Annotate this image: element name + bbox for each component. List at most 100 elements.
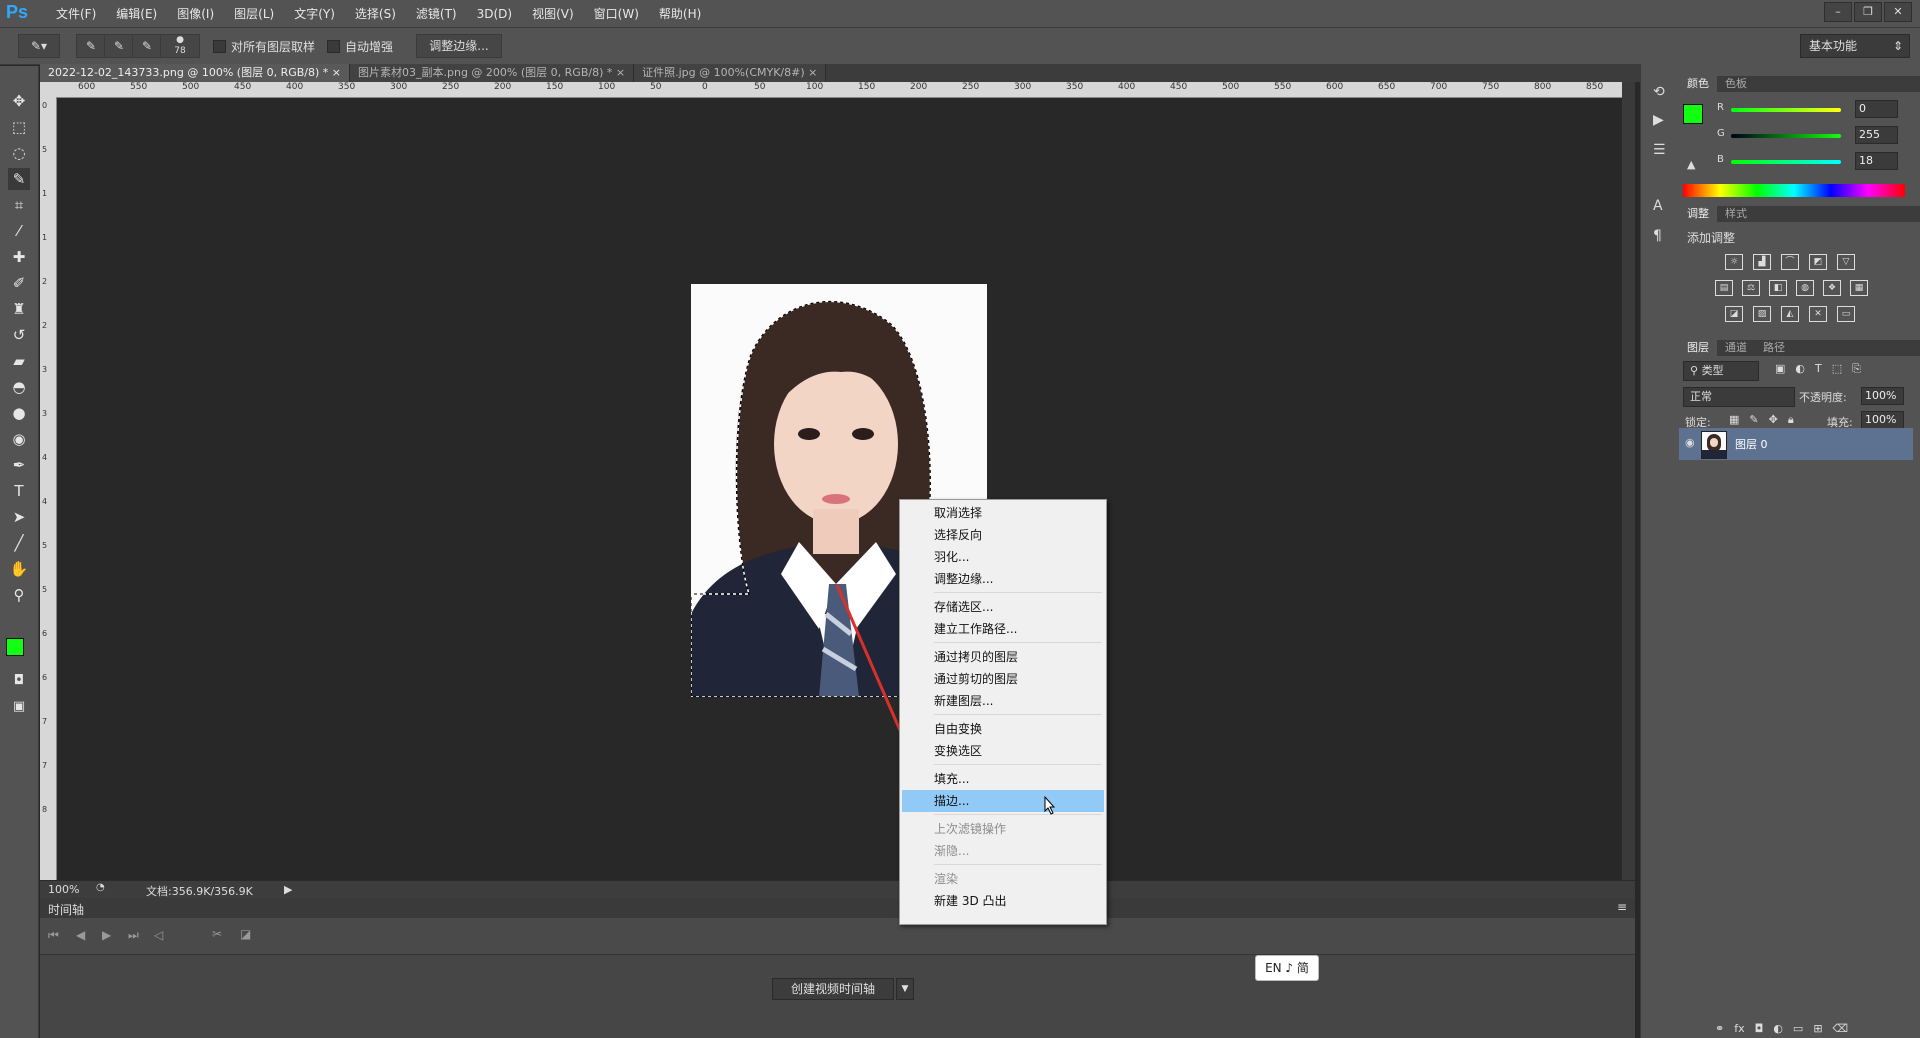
curves-icon[interactable]: ⌒ — [1781, 254, 1799, 270]
menu-item[interactable]: 滤镜(T) — [406, 5, 467, 22]
auto-enhance-checkbox[interactable]: 自动增强 — [327, 38, 393, 55]
healing-brush-icon[interactable]: ✚ — [8, 246, 30, 268]
opacity-input[interactable]: 100% — [1861, 387, 1904, 405]
path-selection-icon[interactable]: ➤ — [8, 506, 30, 528]
ime-indicator[interactable]: EN ♪ 简 — [1255, 955, 1319, 981]
selective-color-icon[interactable]: ✕ — [1809, 306, 1827, 322]
chevron-down-icon[interactable]: ▼ — [896, 978, 914, 1000]
color-spectrum-bar[interactable] — [1683, 184, 1905, 197]
audio-icon[interactable]: ◁ — [154, 928, 163, 942]
tab-document-1[interactable]: 2022-12-02_143733.png @ 100% (图层 0, RGB/… — [40, 64, 350, 82]
tool-preset-picker[interactable]: ✎▾ — [18, 34, 60, 58]
character-icon[interactable]: A — [1653, 198, 1663, 214]
line-tool-icon[interactable]: ╱ — [8, 532, 30, 554]
status-menu-arrow-icon[interactable]: ▶ — [284, 883, 292, 896]
refine-edge-button[interactable]: 调整边缘... — [416, 34, 502, 58]
paint-bucket-icon[interactable]: ◓ — [8, 376, 30, 398]
channel-slider[interactable] — [1731, 160, 1841, 164]
close-icon[interactable]: × — [332, 66, 341, 79]
context-menu-item[interactable]: 自由变换 — [902, 718, 1104, 740]
actions-icon[interactable]: ▶ — [1653, 112, 1664, 128]
fill-input[interactable]: 100% — [1861, 411, 1904, 429]
menu-item[interactable]: 视图(V) — [522, 5, 584, 22]
channel-value-input[interactable]: 0 — [1855, 100, 1898, 118]
move-tool-icon[interactable]: ✥ — [8, 90, 30, 112]
restore-button[interactable]: ❐ — [1854, 2, 1882, 22]
context-menu-item[interactable]: 调整边缘... — [902, 568, 1104, 590]
context-menu-item[interactable]: 通过拷贝的图层 — [902, 646, 1104, 668]
scissors-icon[interactable]: ✂ — [212, 927, 222, 941]
menu-item[interactable]: 3D(D) — [467, 7, 522, 21]
tab-document-2[interactable]: 图片素材03_副本.png @ 200% (图层 0, RGB/8) * × — [350, 64, 635, 82]
hand-tool-icon[interactable]: ✋ — [8, 558, 30, 580]
lock-all-icon[interactable]: 🔒︎ — [1788, 413, 1794, 427]
adjustment-filter-icon[interactable]: ◐ — [1795, 362, 1805, 376]
lock-position-icon[interactable]: ✥ — [1769, 413, 1778, 427]
subtract-selection-button[interactable]: ✎ — [132, 34, 162, 58]
context-menu-item[interactable]: 羽化... — [902, 546, 1104, 568]
menu-item[interactable]: 图层(L) — [224, 5, 284, 22]
channel-value-input[interactable]: 255 — [1855, 126, 1898, 144]
crop-tool-icon[interactable]: ⌗ — [8, 194, 30, 216]
vibrance-icon[interactable]: ▽ — [1837, 254, 1855, 270]
context-menu-item[interactable]: 变换选区 — [902, 740, 1104, 762]
menu-item[interactable]: 文件(F) — [46, 5, 106, 22]
quick-selection-tool-icon[interactable]: ✎ — [8, 168, 30, 190]
clone-stamp-icon[interactable]: ♜ — [8, 298, 30, 320]
tab-swatches[interactable]: 色板 — [1717, 76, 1755, 92]
context-menu-item[interactable]: 填充... — [902, 768, 1104, 790]
exposure-icon[interactable]: ◩ — [1809, 254, 1827, 270]
close-icon[interactable]: × — [616, 66, 625, 79]
gamut-warning-icon[interactable]: ▲ — [1687, 158, 1695, 171]
zoom-level[interactable]: 100% — [48, 883, 79, 896]
tab-document-3[interactable]: 证件照.jpg @ 100%(CMYK/8#) × — [634, 64, 827, 82]
tab-paths[interactable]: 路径 — [1755, 340, 1793, 356]
new-selection-mode-button[interactable]: ✎ — [76, 34, 106, 58]
history-brush-icon[interactable]: ↺ — [8, 324, 30, 346]
photo-filter-icon[interactable]: ◍ — [1796, 280, 1814, 296]
play-icon[interactable]: ▶ — [102, 928, 111, 942]
quick-mask-icon[interactable]: ◘ — [8, 670, 30, 692]
foreground-color-swatch[interactable] — [6, 638, 24, 656]
add-mask-icon[interactable]: ◘ — [1755, 1022, 1764, 1038]
context-menu-item[interactable]: 新建 3D 凸出 — [902, 890, 1104, 912]
channel-slider[interactable] — [1731, 134, 1841, 138]
sample-all-layers-checkbox[interactable]: 对所有图层取样 — [213, 38, 315, 55]
link-layers-icon[interactable]: ⚭ — [1715, 1022, 1724, 1038]
channel-value-input[interactable]: 18 — [1855, 152, 1898, 170]
menu-item[interactable]: 窗口(W) — [584, 5, 649, 22]
add-to-selection-button[interactable]: ✎ — [104, 34, 134, 58]
close-icon[interactable]: × — [808, 66, 817, 79]
history-icon[interactable]: ⟲ — [1653, 84, 1665, 100]
threshold-icon[interactable]: ◭ — [1781, 306, 1799, 322]
smart-object-filter-icon[interactable]: ⎘ — [1852, 362, 1861, 376]
context-menu-item[interactable]: 通过剪切的图层 — [902, 668, 1104, 690]
eye-icon[interactable]: ◉ — [1685, 436, 1695, 449]
blend-mode-select[interactable]: 正常 — [1683, 387, 1795, 407]
prev-frame-icon[interactable]: ◀ — [76, 928, 85, 942]
invert-icon[interactable]: ◪ — [1725, 306, 1743, 322]
color-balance-icon[interactable]: ⚖ — [1742, 280, 1760, 296]
type-filter-icon[interactable]: T — [1815, 362, 1822, 376]
shape-filter-icon[interactable]: ⬚ — [1832, 362, 1842, 376]
context-menu-item[interactable]: 建立工作路径... — [902, 618, 1104, 640]
eraser-tool-icon[interactable]: ▰ — [8, 350, 30, 372]
type-tool-icon[interactable]: T — [8, 480, 30, 502]
menu-item[interactable]: 选择(S) — [345, 5, 406, 22]
workspace-select[interactable]: 基本功能 ⇕ — [1800, 34, 1910, 58]
menu-item[interactable]: 文字(Y) — [284, 5, 345, 22]
context-menu-item[interactable]: 描边... — [902, 790, 1104, 812]
menu-item[interactable]: 编辑(E) — [106, 5, 167, 22]
gradient-map-icon[interactable]: ▭ — [1837, 306, 1855, 322]
paragraph-icon[interactable]: ¶ — [1653, 228, 1662, 244]
brush-size-picker[interactable]: ● 78 — [160, 34, 200, 58]
tab-layers[interactable]: 图层 — [1679, 340, 1717, 356]
screen-mode-icon[interactable]: ▣ — [8, 696, 30, 718]
channel-mixer-icon[interactable]: ❖ — [1823, 280, 1841, 296]
menu-item[interactable]: 帮助(H) — [649, 5, 711, 22]
transition-icon[interactable]: ◪ — [240, 927, 251, 941]
color-foreground-swatch[interactable] — [1683, 104, 1703, 124]
dodge-tool-icon[interactable]: ◉ — [8, 428, 30, 450]
new-layer-icon[interactable]: ⊞ — [1813, 1022, 1822, 1038]
lasso-tool-icon[interactable]: ◌ — [8, 142, 30, 164]
